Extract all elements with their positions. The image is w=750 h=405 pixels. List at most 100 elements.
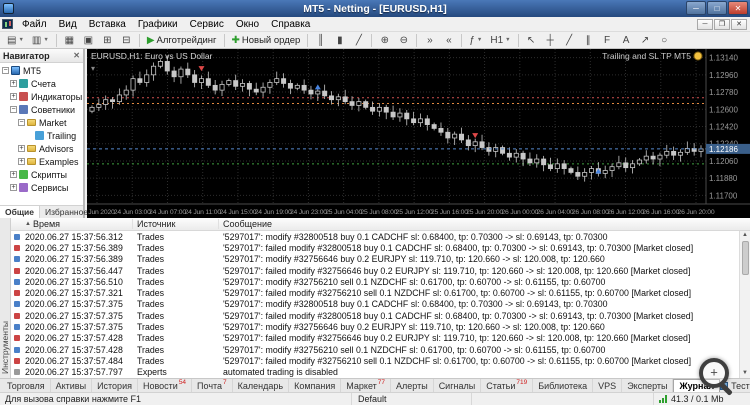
- expand-icon[interactable]: +: [10, 80, 17, 87]
- journal-row[interactable]: 2020.06.27 15:37:56.510 Trades '5297017': …: [11, 276, 750, 287]
- journal-scrollbar[interactable]: ▲ ▼: [739, 231, 750, 378]
- candles-chart-button[interactable]: ▮: [331, 33, 348, 48]
- collapse-icon[interactable]: −: [10, 106, 17, 113]
- journal-row[interactable]: 2020.06.27 15:37:57.375 Trades '5297017': …: [11, 321, 750, 332]
- journal-row[interactable]: 2020.06.27 15:37:57.484 Trades '5297017': …: [11, 355, 750, 366]
- tree-item-3[interactable]: − Советники: [0, 103, 83, 116]
- child-minimize-button[interactable]: ─: [697, 18, 713, 30]
- menu-item-5[interactable]: Окно: [230, 17, 265, 31]
- tree-item-1[interactable]: + Счета: [0, 77, 83, 90]
- bottom-tab-5[interactable]: Календарь: [233, 379, 290, 392]
- journal-row[interactable]: 2020.06.27 15:37:57.375 Trades '5297017': …: [11, 310, 750, 321]
- expand-icon[interactable]: +: [18, 145, 25, 152]
- navigator-close-icon[interactable]: ✕: [73, 51, 80, 60]
- data-window-toggle[interactable]: ▣: [80, 33, 97, 48]
- trendline-button[interactable]: ╱: [561, 33, 578, 48]
- crosshair-button[interactable]: ┼: [542, 33, 559, 48]
- child-restore-button[interactable]: ❐: [714, 18, 730, 30]
- menu-item-0[interactable]: Файл: [16, 17, 53, 31]
- maximize-button[interactable]: □: [707, 1, 727, 15]
- bottom-tab-11[interactable]: Библиотека: [533, 379, 594, 392]
- collapse-icon[interactable]: −: [2, 67, 9, 74]
- expand-icon[interactable]: +: [10, 171, 17, 178]
- zoom-out-button[interactable]: ⊖: [395, 33, 412, 48]
- chevron-down-icon[interactable]: ▼: [43, 37, 48, 43]
- zoom-in-button[interactable]: ⊕: [376, 33, 393, 48]
- close-button[interactable]: ✕: [728, 1, 748, 15]
- scroll-thumb[interactable]: [741, 241, 749, 275]
- menu-item-6[interactable]: Справка: [265, 17, 316, 31]
- chart-shift-button[interactable]: «: [440, 33, 457, 48]
- fibonacci-button[interactable]: F: [599, 33, 616, 48]
- bottom-tab-3[interactable]: Новости 54: [138, 379, 193, 392]
- menu-item-4[interactable]: Сервис: [184, 17, 230, 31]
- shapes-button[interactable]: ○: [656, 33, 673, 48]
- navigator-tab-0[interactable]: Общие: [0, 206, 40, 218]
- journal-column-message[interactable]: Сообщение: [219, 219, 750, 229]
- journal-column-source[interactable]: Источник: [133, 219, 219, 229]
- tree-item-2[interactable]: + Индикаторы: [0, 90, 83, 103]
- chart-area[interactable]: 23 Jun 202024 Jun 03:0024 Jun 07:0024 Ju…: [79, 49, 750, 218]
- chevron-down-icon[interactable]: ▼: [477, 37, 482, 43]
- tree-item-4[interactable]: − Market: [0, 116, 83, 129]
- line-chart-button[interactable]: ╱: [350, 33, 367, 48]
- timeframes-button[interactable]: H1 ▼: [487, 33, 513, 48]
- journal-row[interactable]: 2020.06.27 15:37:56.389 Trades '5297017': …: [11, 242, 750, 253]
- new-order-button[interactable]: ✚ Новый ордер: [229, 33, 304, 48]
- chevron-down-icon[interactable]: ▼: [18, 37, 23, 43]
- bottom-tab-8[interactable]: Алерты: [391, 379, 434, 392]
- bottom-tab-2[interactable]: История: [92, 379, 138, 392]
- journal-row[interactable]: 2020.06.27 15:37:57.375 Trades '5297017': …: [11, 299, 750, 310]
- navigator-tab-1[interactable]: Избранное: [40, 206, 95, 218]
- menu-item-2[interactable]: Вставка: [83, 17, 132, 31]
- channel-button[interactable]: ∥: [580, 33, 597, 48]
- status-profile[interactable]: Default: [352, 393, 472, 405]
- market-watch-toggle[interactable]: ▦: [61, 33, 78, 48]
- journal-row[interactable]: 2020.06.27 15:37:57.428 Trades '5297017': …: [11, 333, 750, 344]
- journal-row[interactable]: 2020.06.27 15:37:57.428 Trades '5297017': …: [11, 344, 750, 355]
- indicators-button[interactable]: ƒ ▼: [466, 33, 485, 48]
- new-chart-button[interactable]: ▤ ▼: [4, 33, 27, 48]
- tree-item-9[interactable]: + Сервисы: [0, 181, 83, 194]
- tree-item-5[interactable]: Trailing: [0, 129, 83, 142]
- bottom-tab-9[interactable]: Сигналы: [434, 379, 482, 392]
- scroll-down-icon[interactable]: ▼: [742, 369, 748, 378]
- bottom-tab-12[interactable]: VPS: [593, 379, 623, 392]
- journal-row[interactable]: 2020.06.27 15:37:56.389 Trades '5297017': …: [11, 254, 750, 265]
- bottom-tab-7[interactable]: Маркет 77: [341, 379, 392, 392]
- bottom-tab-1[interactable]: Активы: [51, 379, 93, 392]
- expand-icon[interactable]: +: [10, 184, 17, 191]
- collapse-icon[interactable]: −: [18, 119, 25, 126]
- bottom-tab-10[interactable]: Статьи 719: [481, 379, 534, 392]
- toolbox-strip[interactable]: Инструменты: [0, 218, 11, 378]
- cursor-button[interactable]: ↖: [523, 33, 540, 48]
- algo-trading-button[interactable]: ▶ Алготрейдинг: [144, 33, 220, 48]
- auto-scroll-button[interactable]: »: [421, 33, 438, 48]
- journal-row[interactable]: 2020.06.27 15:37:57.321 Trades '5297017': …: [11, 287, 750, 298]
- scroll-up-icon[interactable]: ▲: [742, 231, 748, 240]
- tree-item-6[interactable]: + Advisors: [0, 142, 83, 155]
- text-button[interactable]: A: [618, 33, 635, 48]
- child-close-button[interactable]: ✕: [731, 18, 747, 30]
- bars-chart-button[interactable]: ║: [312, 33, 329, 48]
- journal-row[interactable]: 2020.06.27 15:37:57.797 Experts automated …: [11, 367, 750, 378]
- bottom-tab-6[interactable]: Компания: [289, 379, 342, 392]
- bottom-tab-4[interactable]: Почта 7: [192, 379, 233, 392]
- journal-row[interactable]: 2020.06.27 15:37:56.312 Trades '5297017': …: [11, 231, 750, 242]
- expand-icon[interactable]: +: [18, 158, 25, 165]
- chart-child-icon[interactable]: [2, 19, 13, 29]
- tree-item-7[interactable]: + Examples: [0, 155, 83, 168]
- journal-column-time[interactable]: ▲ Время: [11, 219, 133, 229]
- navigator-toggle[interactable]: ⊞: [99, 33, 116, 48]
- expand-icon[interactable]: +: [10, 93, 17, 100]
- menu-item-1[interactable]: Вид: [53, 17, 83, 31]
- arrows-button[interactable]: ↗: [637, 33, 654, 48]
- chevron-down-icon[interactable]: ▼: [505, 37, 510, 43]
- bottom-tab-13[interactable]: Эксперты: [622, 379, 674, 392]
- tree-item-8[interactable]: + Скрипты: [0, 168, 83, 181]
- toolbox-toggle[interactable]: ⊟: [118, 33, 135, 48]
- profiles-button[interactable]: ▥ ▼: [29, 33, 52, 48]
- journal-row[interactable]: 2020.06.27 15:37:56.447 Trades '5297017': …: [11, 265, 750, 276]
- bottom-tab-0[interactable]: Торговля: [2, 379, 51, 392]
- menu-item-3[interactable]: Графики: [132, 17, 184, 31]
